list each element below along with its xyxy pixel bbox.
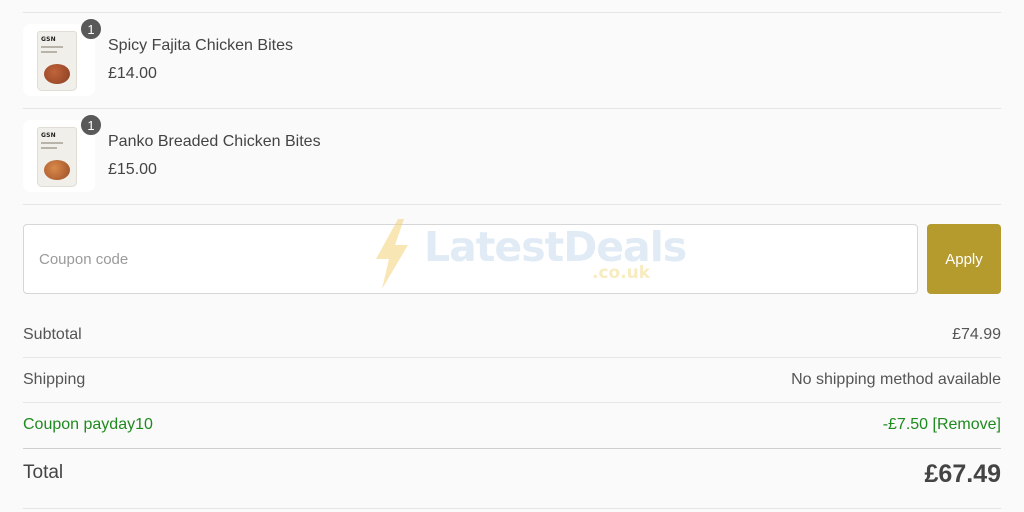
- total-label: Total: [23, 462, 64, 483]
- coupon-label: Coupon payday10: [23, 416, 153, 433]
- shipping-row: Shipping No shipping method available: [23, 358, 1001, 402]
- divider: [23, 12, 1001, 13]
- total-value: £67.49: [924, 460, 1001, 488]
- item-price: £14.00: [108, 65, 157, 82]
- divider: [23, 448, 1001, 449]
- subtotal-label: Subtotal: [23, 326, 82, 343]
- coupon-code-input[interactable]: [23, 224, 918, 294]
- apply-coupon-button[interactable]: Apply: [927, 224, 1001, 294]
- shipping-value: No shipping method available: [791, 371, 1001, 388]
- cart-item: GSN 1 Spicy Fajita Chicken Bites £14.00: [23, 18, 1001, 96]
- remove-coupon-link[interactable]: [Remove]: [933, 416, 1001, 433]
- coupon-row: Coupon payday10 -£7.50 [Remove]: [23, 403, 1001, 447]
- coupon-discount: -£7.50 [Remove]: [883, 416, 1001, 434]
- subtotal-row: Subtotal £74.99: [23, 313, 1001, 357]
- item-price: £15.00: [108, 161, 157, 178]
- divider: [23, 108, 1001, 109]
- item-name: Spicy Fajita Chicken Bites: [108, 37, 293, 54]
- item-name: Panko Breaded Chicken Bites: [108, 133, 321, 150]
- subtotal-value: £74.99: [952, 326, 1001, 343]
- divider: [23, 508, 1001, 509]
- product-package-image: GSN: [37, 127, 77, 187]
- quantity-badge: 1: [80, 18, 102, 40]
- checkout-order-summary: GSN 1 Spicy Fajita Chicken Bites £14.00 …: [0, 0, 1024, 512]
- shipping-label: Shipping: [23, 371, 86, 388]
- quantity-badge: 1: [80, 114, 102, 136]
- coupon-discount-value: -£7.50: [882, 416, 929, 433]
- product-package-image: GSN: [37, 31, 77, 91]
- cart-item: GSN 1 Panko Breaded Chicken Bites £15.00: [23, 114, 1001, 192]
- divider: [23, 204, 1001, 205]
